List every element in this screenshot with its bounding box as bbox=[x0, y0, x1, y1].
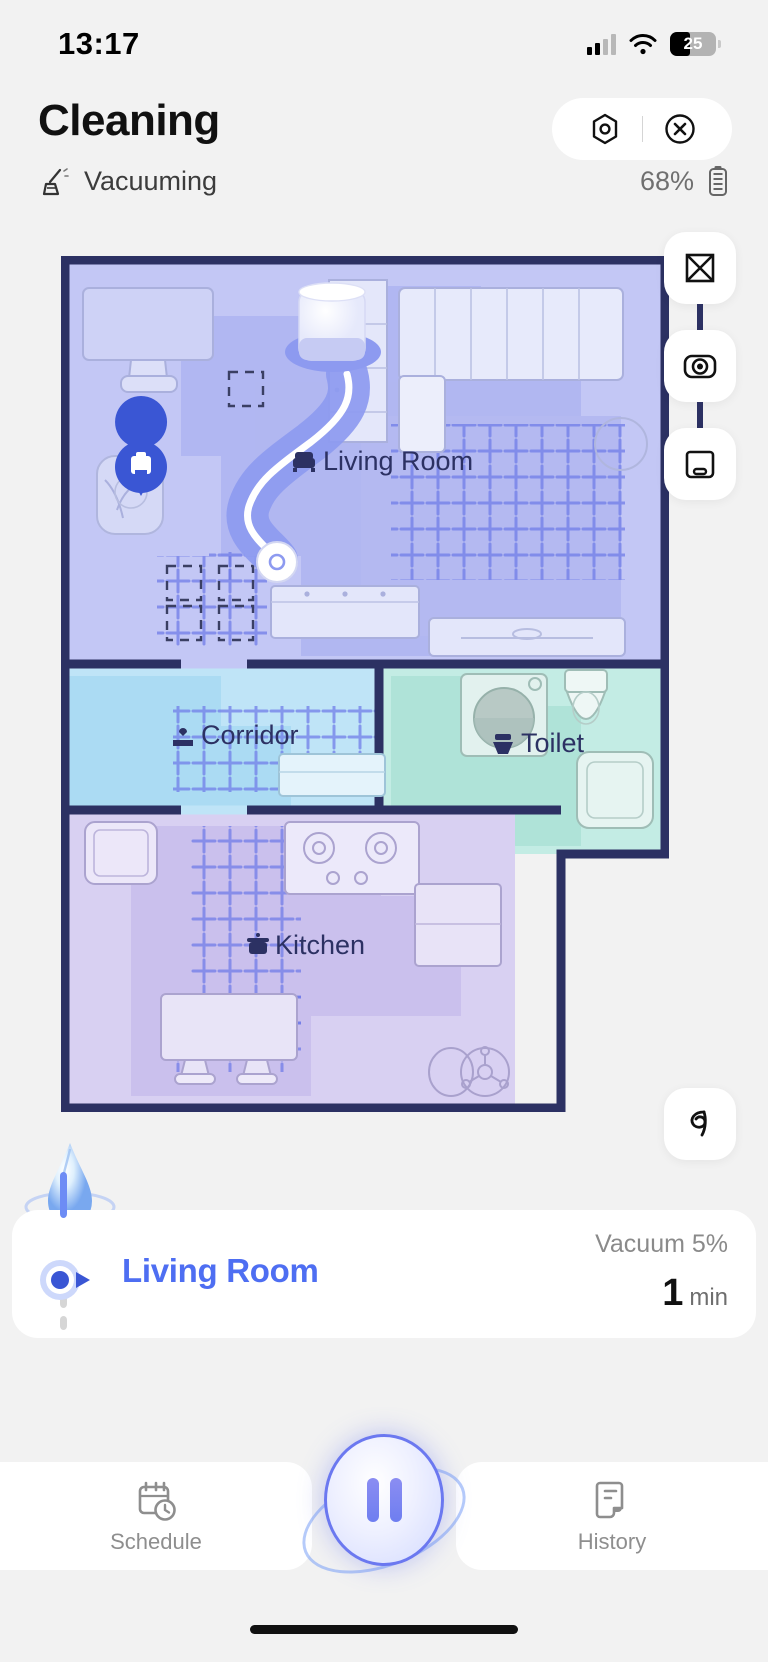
document-icon bbox=[595, 1481, 624, 1519]
hexagon-settings-icon bbox=[592, 113, 617, 145]
room-label-text: Corridor bbox=[201, 720, 299, 750]
status-bar-time: 13:17 bbox=[58, 26, 140, 61]
close-circle-icon bbox=[664, 114, 695, 144]
remaining-time-unit: min bbox=[689, 1284, 728, 1311]
calendar-clock-icon bbox=[138, 1481, 176, 1521]
clean-mode-label: Vacuum 5% bbox=[595, 1230, 728, 1258]
battery-vertical-icon bbox=[709, 166, 727, 196]
cellular-signal-icon bbox=[587, 33, 616, 55]
page-title: Cleaning bbox=[38, 96, 220, 145]
spiral-icon bbox=[690, 1110, 707, 1137]
battery-percent-label: 68% bbox=[639, 165, 694, 196]
settings-button[interactable] bbox=[568, 98, 642, 160]
tab-schedule[interactable]: Schedule bbox=[0, 1462, 312, 1570]
current-room-label: Living Room bbox=[122, 1252, 319, 1289]
battery-status: 68% bbox=[640, 164, 730, 198]
battery-icon: 25 bbox=[670, 32, 721, 56]
bottom-nav: Schedule History bbox=[0, 1434, 768, 1595]
room-label-text: Kitchen bbox=[275, 930, 365, 960]
status-bar: 13:17 25 bbox=[0, 0, 768, 88]
pause-button[interactable] bbox=[324, 1434, 444, 1566]
broom-icon bbox=[42, 168, 69, 196]
room-label-text: Toilet bbox=[521, 728, 585, 758]
rotate-map-button[interactable] bbox=[664, 1088, 736, 1160]
header-actions bbox=[552, 98, 732, 160]
tab-history-label: History bbox=[577, 1529, 647, 1554]
floor-plan-map[interactable]: Living Room Corridor Toilet Kitchen bbox=[61, 256, 669, 1112]
camera-icon bbox=[683, 354, 717, 379]
map-container[interactable]: Living Room Corridor Toilet Kitchen bbox=[0, 232, 768, 1160]
wifi-icon bbox=[629, 34, 657, 55]
no-go-zone-button[interactable] bbox=[664, 232, 736, 330]
crossed-square-icon bbox=[685, 253, 715, 283]
current-position-icon bbox=[40, 1260, 90, 1300]
current-task-card[interactable]: Living Room Vacuum 5% 1 min bbox=[12, 1172, 756, 1338]
status-bar-indicators: 25 bbox=[587, 32, 721, 56]
remaining-time: 1 min bbox=[662, 1272, 728, 1315]
tab-history[interactable]: History bbox=[456, 1462, 768, 1570]
cleaning-status: Vacuuming bbox=[38, 164, 217, 198]
cleaning-status-label: Vacuuming bbox=[84, 165, 218, 196]
camera-view-button[interactable] bbox=[664, 330, 736, 428]
page-header: Cleaning Vacuuming 68% bbox=[0, 92, 768, 222]
progress-track bbox=[60, 1172, 67, 1330]
app-screen: 13:17 25 Cleaning Vacuuming 68% Living R… bbox=[0, 0, 768, 1662]
map-tools-column bbox=[664, 232, 736, 526]
pause-icon bbox=[366, 1478, 402, 1522]
close-button[interactable] bbox=[643, 98, 717, 160]
tab-schedule-label: Schedule bbox=[110, 1529, 202, 1554]
home-indicator bbox=[250, 1625, 518, 1634]
remaining-time-value: 1 bbox=[662, 1272, 684, 1314]
room-label-text: Living Room bbox=[323, 446, 473, 476]
dock-return-button[interactable] bbox=[664, 428, 736, 500]
dock-icon bbox=[685, 450, 715, 479]
